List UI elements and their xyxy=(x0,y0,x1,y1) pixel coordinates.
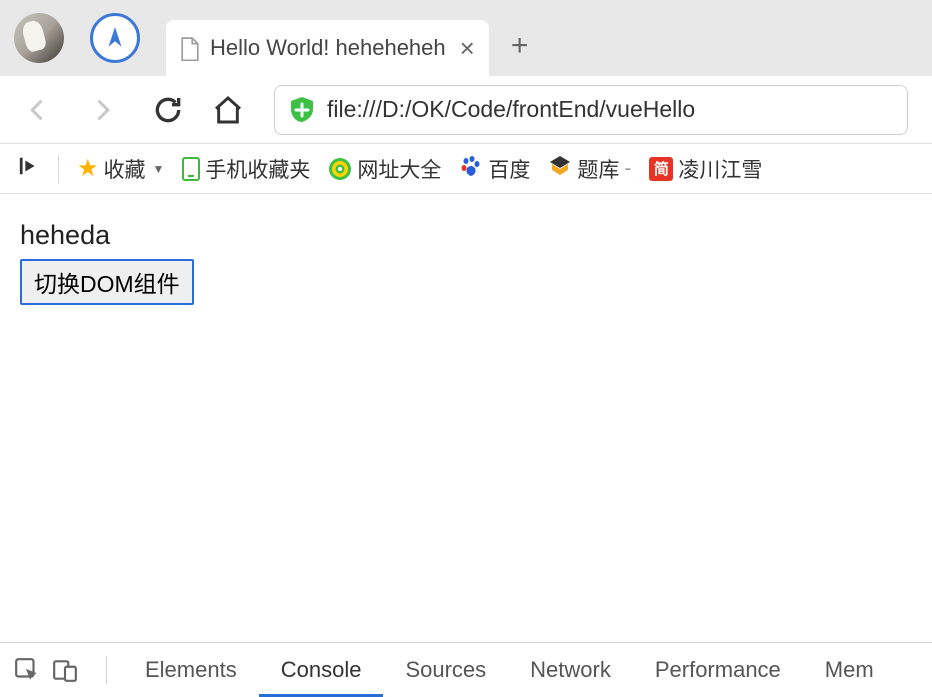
devtools-bar: Elements Console Sources Network Perform… xyxy=(0,642,932,697)
bookmark-tiku[interactable]: 题库 - xyxy=(542,150,637,188)
tab-title: Hello World! heheheheh xyxy=(210,35,446,61)
url-text: file:///D:/OK/Code/frontEnd/vueHello xyxy=(327,96,695,123)
close-icon[interactable]: × xyxy=(460,35,475,61)
bookmark-navigation[interactable]: 网址大全 xyxy=(322,150,447,188)
bookmark-label: 百度 xyxy=(488,154,530,184)
device-toggle-icon[interactable] xyxy=(52,657,78,683)
dash-label: - xyxy=(624,157,631,181)
new-tab-button[interactable]: + xyxy=(511,29,529,63)
page-content: heheda 切换DOM组件 xyxy=(0,194,932,331)
browser-tab-active[interactable]: Hello World! heheheheh × xyxy=(166,20,489,76)
reload-button[interactable] xyxy=(152,94,184,126)
separator xyxy=(58,155,59,183)
forward-button[interactable] xyxy=(88,96,116,124)
star-icon: ★ xyxy=(77,154,99,183)
bookmarks-bar: ★ 收藏 ▼ 手机收藏夹 网址大全 百度 题库 - 简 凌川江雪 xyxy=(0,144,932,194)
tiku-icon xyxy=(548,154,572,184)
bookmark-favorites[interactable]: ★ 收藏 ▼ xyxy=(71,150,170,188)
page-icon xyxy=(180,37,200,59)
page-text: heheda xyxy=(20,220,912,251)
bookmark-phone-favorites[interactable]: 手机收藏夹 xyxy=(176,150,316,188)
devtools-tab-performance[interactable]: Performance xyxy=(633,643,803,697)
expand-icon xyxy=(18,155,40,183)
dropdown-icon: ▼ xyxy=(153,162,165,176)
devtools-tab-memory[interactable]: Mem xyxy=(803,643,896,697)
bookmark-jian[interactable]: 简 凌川江雪 xyxy=(643,150,768,188)
shield-icon xyxy=(287,95,317,125)
user-avatar[interactable] xyxy=(14,13,64,63)
toggle-dom-button[interactable]: 切换DOM组件 xyxy=(20,259,194,305)
devtools-tab-console[interactable]: Console xyxy=(259,643,384,697)
bookmark-label: 凌川江雪 xyxy=(678,154,762,184)
phone-icon xyxy=(182,157,200,181)
bookmark-baidu[interactable]: 百度 xyxy=(453,150,536,188)
bookmark-label: 题库 xyxy=(577,154,619,184)
bookmark-label: 收藏 xyxy=(104,154,146,184)
bookmark-label: 手机收藏夹 xyxy=(205,154,310,184)
jian-icon: 简 xyxy=(649,157,673,181)
separator xyxy=(106,656,107,684)
bookmark-label: 网址大全 xyxy=(357,154,441,184)
bookmarks-expand-button[interactable] xyxy=(12,151,46,187)
home-button[interactable] xyxy=(212,94,244,126)
devtools-tab-network[interactable]: Network xyxy=(508,643,633,697)
devtools-tab-sources[interactable]: Sources xyxy=(383,643,508,697)
compass-icon[interactable] xyxy=(90,13,140,63)
url-bar[interactable]: file:///D:/OK/Code/frontEnd/vueHello xyxy=(274,85,908,135)
navigation-bar: file:///D:/OK/Code/frontEnd/vueHello xyxy=(0,76,932,144)
browser-titlebar: Hello World! heheheheh × + xyxy=(0,0,932,76)
baidu-icon xyxy=(459,154,483,184)
360-icon xyxy=(328,157,352,181)
back-button[interactable] xyxy=(24,96,52,124)
inspect-icon[interactable] xyxy=(14,657,40,683)
devtools-tab-elements[interactable]: Elements xyxy=(123,643,259,697)
